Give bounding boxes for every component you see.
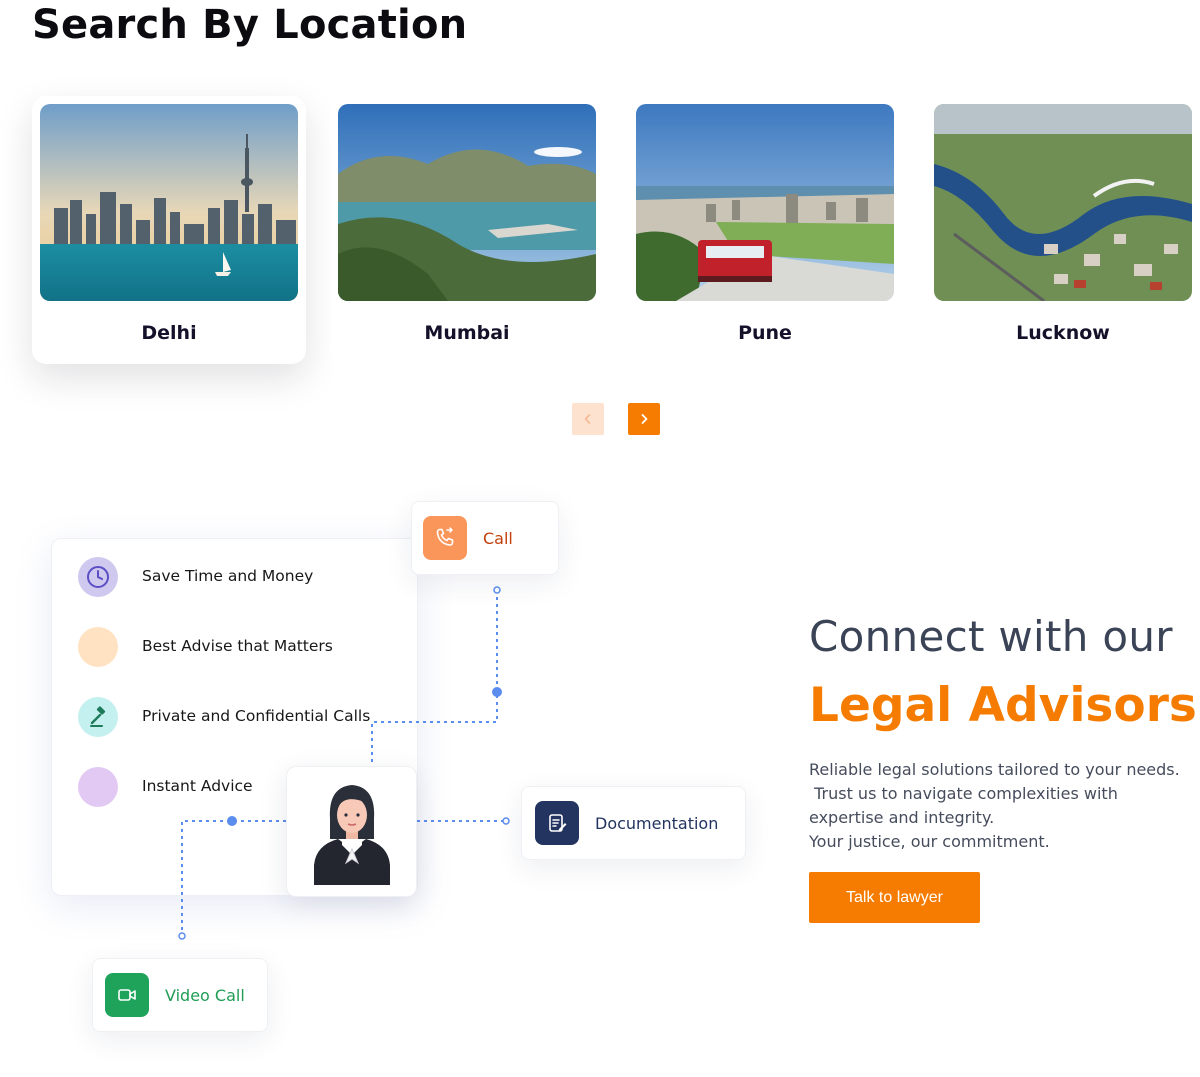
city-name: Lucknow — [1016, 322, 1110, 344]
carousel-prev-button[interactable] — [572, 403, 604, 435]
chevron-left-icon — [584, 414, 591, 424]
connect-title: Connect with our — [809, 612, 1173, 661]
clock-icon — [78, 557, 118, 597]
documentation-label: Documentation — [595, 813, 719, 833]
location-card-pune[interactable]: Pune — [628, 96, 902, 364]
legal-advisors-title: Legal Advisors — [809, 678, 1197, 733]
call-service-button[interactable]: Call — [411, 501, 559, 575]
location-card-lucknow[interactable]: Lucknow — [926, 96, 1200, 364]
city-name: Mumbai — [424, 322, 510, 344]
city-photo — [934, 104, 1192, 301]
city-photo — [40, 104, 298, 301]
carousel-next-button[interactable] — [628, 403, 660, 435]
phone-icon — [423, 516, 467, 560]
city-photo — [338, 104, 596, 301]
lawyer-avatar-icon — [313, 784, 390, 885]
city-name: Delhi — [141, 322, 197, 344]
harbour-photo — [338, 104, 596, 301]
talk-to-lawyer-button[interactable]: Talk to lawyer — [809, 872, 980, 923]
video-call-service-button[interactable]: Video Call — [92, 958, 268, 1032]
video-icon — [105, 973, 149, 1017]
feature-save-time: Save Time and Money — [142, 567, 314, 585]
feature-instant-advice: Instant Advice — [142, 777, 253, 795]
section-title: Search By Location — [32, 2, 468, 48]
city-name: Pune — [738, 322, 792, 344]
city-photo — [636, 104, 894, 301]
dot-icon — [78, 767, 118, 807]
connect-description: Reliable legal solutions tailored to you… — [809, 758, 1189, 854]
location-card-mumbai[interactable]: Mumbai — [330, 96, 604, 364]
river-city-photo — [934, 104, 1192, 301]
gavel-icon — [78, 697, 118, 737]
description-line: Reliable legal solutions tailored to you… — [809, 760, 1180, 779]
document-edit-icon — [535, 801, 579, 845]
call-label: Call — [483, 528, 513, 548]
cable-car-photo — [636, 104, 894, 301]
description-line: Trust us to navigate complexities with — [809, 784, 1118, 803]
feature-best-advise: Best Advise that Matters — [142, 637, 333, 655]
dot-icon — [78, 627, 118, 667]
chevron-right-icon — [641, 414, 648, 424]
location-card-delhi[interactable]: Delhi — [32, 96, 306, 364]
lawyer-avatar — [286, 766, 417, 897]
skyline-photo — [40, 104, 298, 301]
feature-private-calls: Private and Confidential Calls — [142, 707, 371, 725]
description-line: Your justice, our commitment. — [809, 832, 1050, 851]
video-call-label: Video Call — [165, 985, 245, 1005]
documentation-service-button[interactable]: Documentation — [521, 786, 746, 860]
description-line: expertise and integrity. — [809, 808, 995, 827]
